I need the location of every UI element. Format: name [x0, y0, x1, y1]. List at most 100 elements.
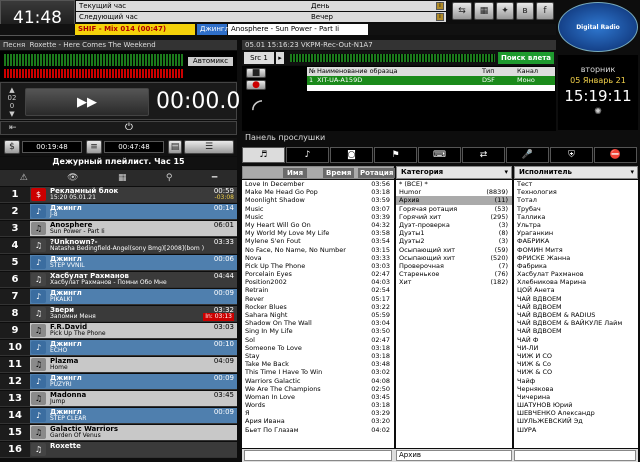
category-item[interactable]: Архив (11): [396, 196, 512, 205]
song-item[interactable]: Mylene S'en Fout 03:54: [242, 237, 394, 245]
artist-item[interactable]: ШАТУНОВ Юрий: [514, 401, 638, 409]
music-tab[interactable]: ♪: [286, 147, 329, 163]
disc-tab[interactable]: ◙: [330, 147, 373, 163]
song-item[interactable]: Make Me Head Go Pop 03:18: [242, 188, 394, 196]
song-item[interactable]: Words 03:18: [242, 401, 394, 409]
artist-item[interactable]: ЧИ-ЛИ: [514, 344, 638, 352]
pin-icon[interactable]: ⚲: [166, 173, 173, 183]
stop-record-button[interactable]: ■: [246, 68, 266, 78]
vk-button[interactable]: в: [516, 2, 534, 20]
song-item[interactable]: We Are The Champions 02:50: [242, 385, 394, 393]
song-item[interactable]: Я 03:29: [242, 409, 394, 417]
category-item[interactable]: Дуэты2 (3): [396, 237, 512, 245]
playlist-row[interactable]: 14 ♪ Джингл STEP CLEAR 00:09: [0, 408, 237, 424]
keyboard-tab[interactable]: ⌨: [418, 147, 461, 163]
category-item[interactable]: Проверочная (7): [396, 262, 512, 270]
record-row[interactable]: 1 XIT-UA-A159D DSF Моно: [307, 76, 555, 85]
artist-header[interactable]: Исполнитель ▾: [514, 166, 638, 179]
song-item[interactable]: Rocker Blues 03:22: [242, 303, 394, 311]
playlist-row[interactable]: 10 ♪ Джингл ECHO 00:10: [0, 340, 237, 356]
category-item[interactable]: Горячая ротация (53): [396, 205, 512, 213]
song-item[interactable]: Pick Up The Phone 03:03: [242, 262, 394, 270]
category-item[interactable]: Хит (182): [396, 278, 512, 286]
hamburger-icon[interactable]: ☰: [184, 140, 234, 154]
counter-up-icon[interactable]: ▲: [3, 86, 21, 94]
song-item[interactable]: Shadow On The Wall 03:04: [242, 319, 394, 327]
tag-tab[interactable]: ⚑: [374, 147, 417, 163]
list-icon[interactable]: ≡: [86, 140, 102, 154]
next-hour-info-button[interactable]: i: [436, 13, 444, 21]
warning-icon[interactable]: ⚠: [20, 173, 28, 183]
source-arrow-icon[interactable]: ▸: [276, 52, 284, 64]
mic-tab[interactable]: 🎤: [506, 147, 549, 163]
category-item[interactable]: Humor (8839): [396, 188, 512, 196]
category-item[interactable]: Старенькое (76): [396, 270, 512, 278]
playlist-row[interactable]: 7 ♪ Джингл PIKALKI 00:09: [0, 289, 237, 305]
artist-item[interactable]: ЧАЙ ВДВОЕМ: [514, 327, 638, 335]
minus-icon[interactable]: ━: [212, 173, 217, 183]
song-item[interactable]: Rever 05:17: [242, 295, 394, 303]
artist-item[interactable]: Тест: [514, 180, 638, 188]
category-header[interactable]: Категория ▾: [396, 166, 512, 179]
artist-item[interactable]: ФРИСКЕ Жанна: [514, 254, 638, 262]
song-item[interactable]: This Time I Have To Win 03:02: [242, 368, 394, 376]
song-item[interactable]: Sol 02:47: [242, 336, 394, 344]
record-button[interactable]: ●: [246, 80, 266, 90]
artist-item[interactable]: Чичерина: [514, 393, 638, 401]
artist-item[interactable]: Технология: [514, 188, 638, 196]
artist-item[interactable]: ЧИЖ И СО: [514, 352, 638, 360]
eye-icon[interactable]: 👁: [67, 173, 78, 183]
artist-item[interactable]: Хасбулат Рахманов: [514, 270, 638, 278]
swap-arrows-button[interactable]: ⇆: [452, 2, 472, 20]
playlist-row[interactable]: 12 ♪ Джингл PUZYRI 00:09: [0, 374, 237, 390]
song-item[interactable]: Moonlight Shadow 03:59: [242, 196, 394, 204]
category-item[interactable]: Дуэт-проверка (3): [396, 221, 512, 229]
song-item[interactable]: Woman In Love 03:45: [242, 393, 394, 401]
song-item[interactable]: Someone To Love 03:18: [242, 344, 394, 352]
playlist-row[interactable]: 9 ♫ F.R.David Pick Up The Phone 03:03: [0, 323, 237, 339]
sort-rotation[interactable]: Ротация: [358, 168, 396, 178]
exit-icon[interactable]: ⇤: [9, 123, 17, 133]
playlist-row[interactable]: 1 $ Рекламный блок 15:20 05.01.21 00:59 …: [0, 187, 237, 203]
category-item[interactable]: * (ВСЕ) *: [396, 180, 512, 188]
stop-tab[interactable]: ⛔: [594, 147, 637, 163]
song-item[interactable]: No Face, No Name, No Number 03:15: [242, 246, 394, 254]
artist-item[interactable]: Таллика: [514, 213, 638, 221]
playlist-row[interactable]: 3 ♫ Anosphere Sun Power - Part Ii 06:01: [0, 221, 237, 237]
playlist-row[interactable]: 2 ♪ Джингл J-8 00:14: [0, 204, 237, 220]
artist-item[interactable]: ЧИЖ & CO: [514, 368, 638, 376]
grid-button[interactable]: ▦: [474, 2, 494, 20]
doc-icon[interactable]: ▤: [168, 140, 182, 154]
counter-down-icon[interactable]: ▼: [3, 110, 21, 118]
artist-item[interactable]: Чайф: [514, 377, 638, 385]
playlist-row[interactable]: 4 ♫ ?Unknown?- Natasha Bedingfield-Angel…: [0, 238, 237, 254]
category-item[interactable]: Осыпающий хит (59): [396, 246, 512, 254]
song-item[interactable]: Stay 03:18: [242, 352, 394, 360]
current-hour-info-button[interactable]: i: [436, 2, 444, 10]
song-item[interactable]: Ария Ивана 03:20: [242, 417, 394, 425]
artist-item[interactable]: ШУЛЬЖЕВСКИЙ Эд: [514, 417, 638, 425]
sort-time[interactable]: Время: [323, 168, 355, 178]
song-item[interactable]: Porcelain Eyes 02:47: [242, 270, 394, 278]
artist-item[interactable]: Чернякова: [514, 385, 638, 393]
category-filter-input[interactable]: Архив: [396, 450, 512, 461]
sort-name[interactable]: Имя: [283, 168, 308, 178]
artist-item[interactable]: Ураганкин: [514, 229, 638, 237]
play-next-button[interactable]: ▶▶: [25, 88, 149, 116]
song-item[interactable]: Position2002 04:03: [242, 278, 394, 286]
artist-item[interactable]: ШУРА: [514, 426, 638, 434]
twitter-button[interactable]: ✦: [496, 2, 514, 20]
artist-item[interactable]: ЦОЙ Анета: [514, 286, 638, 294]
category-item[interactable]: Осыпающий хит (520): [396, 254, 512, 262]
song-item[interactable]: Love In December 03:56: [242, 180, 394, 188]
song-item[interactable]: Music 03:39: [242, 213, 394, 221]
song-item[interactable]: Retrain 02:54: [242, 286, 394, 294]
playlist-row[interactable]: 13 ♫ Madonna Jump 03:45: [0, 391, 237, 407]
playlist-row[interactable]: 16 ♫ Roxette: [0, 442, 237, 458]
song-filter-input[interactable]: [244, 450, 392, 461]
song-item[interactable]: Take Me Back 03:48: [242, 360, 394, 368]
artist-item[interactable]: Фабрика: [514, 262, 638, 270]
settings-icon[interactable]: ✺: [558, 107, 638, 117]
source-button[interactable]: Src 1: [244, 52, 274, 64]
shield-tab[interactable]: ⛨: [550, 147, 593, 163]
